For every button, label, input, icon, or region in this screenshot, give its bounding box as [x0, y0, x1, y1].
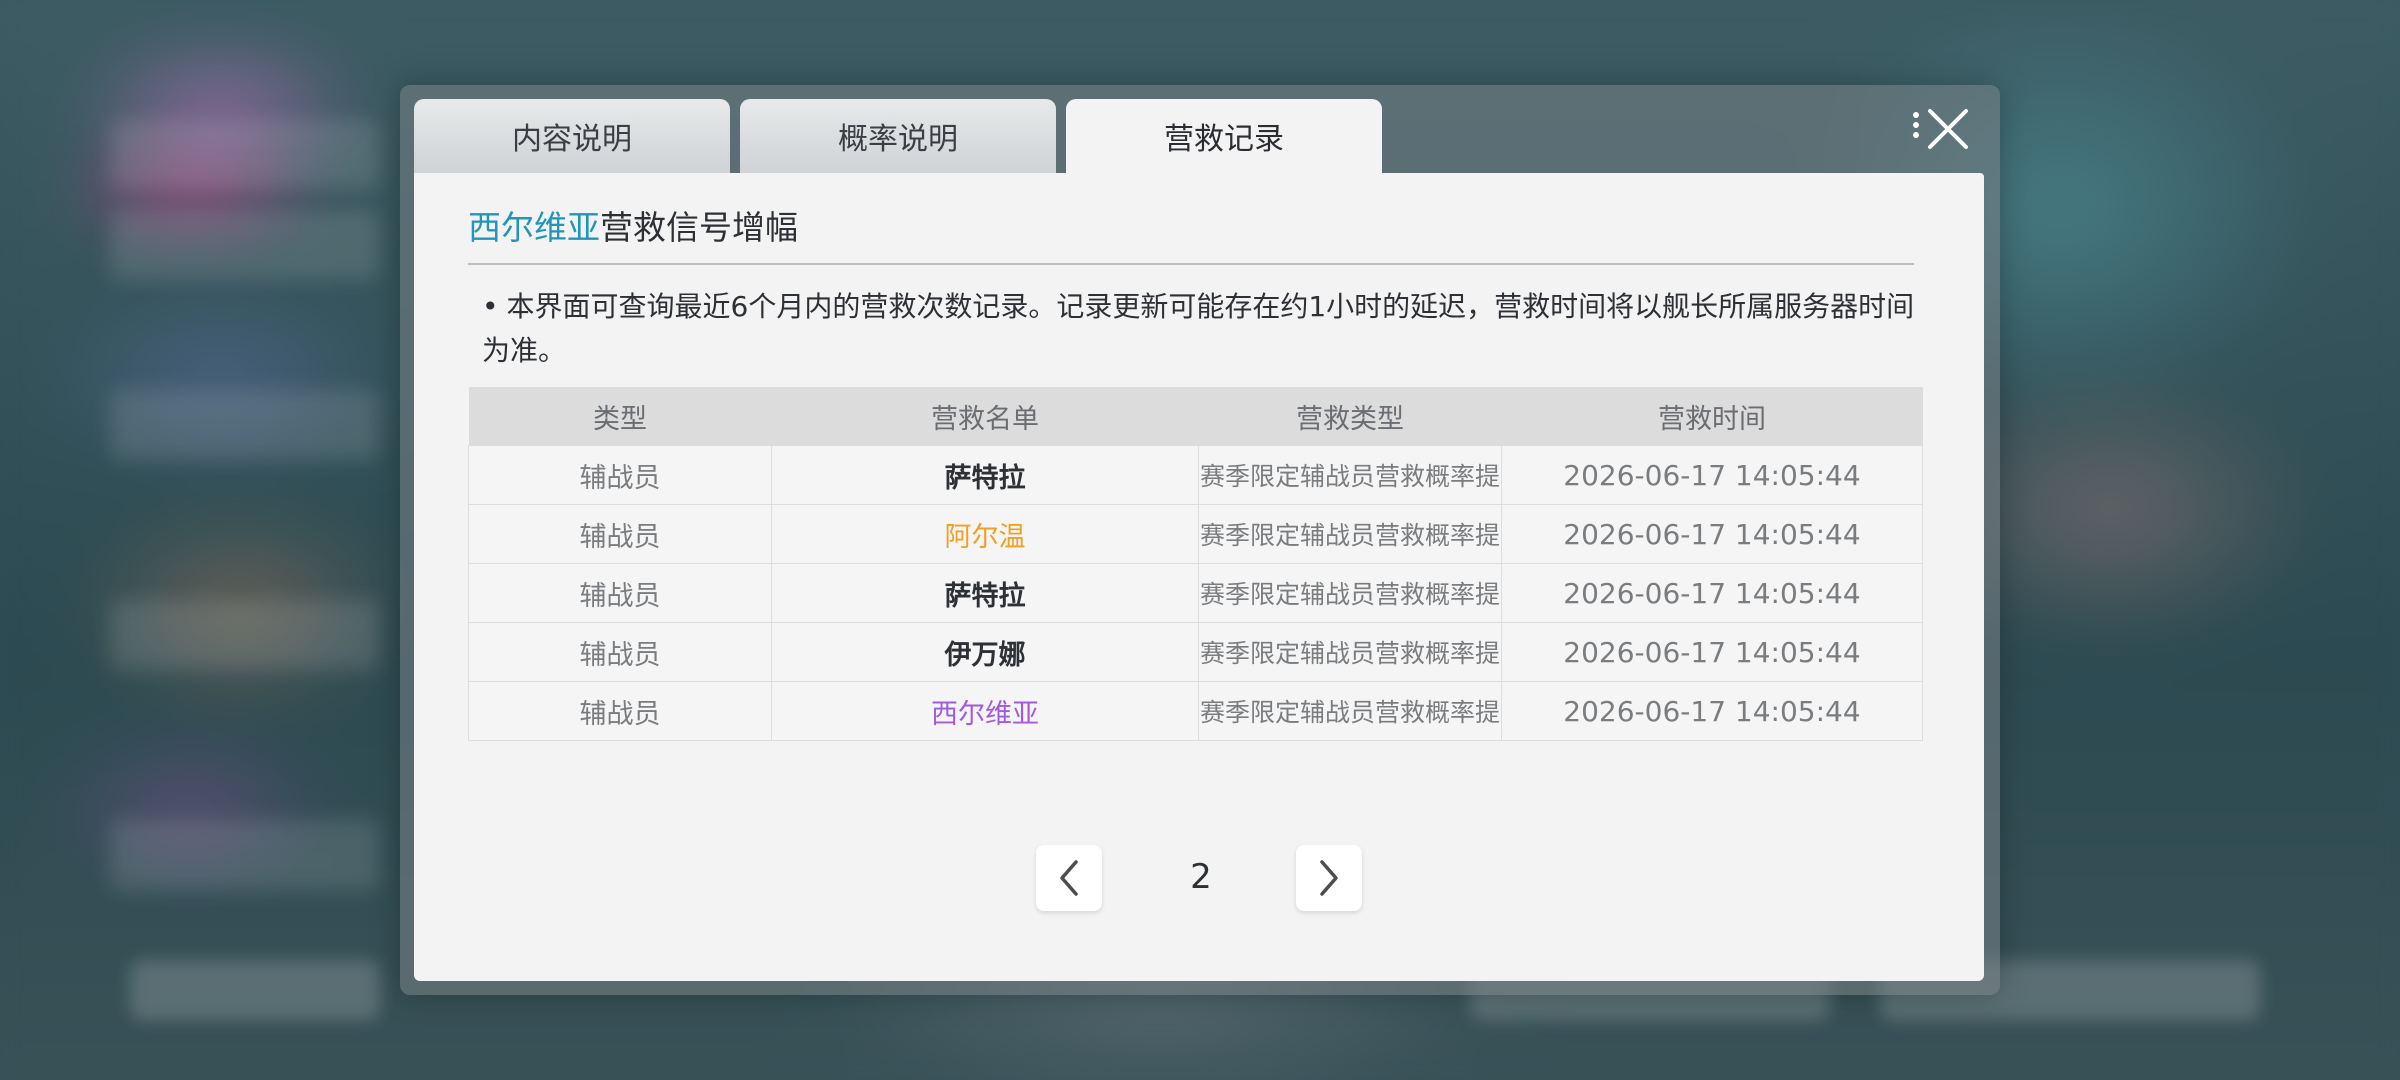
column-header-time: 营救时间 — [1501, 387, 1923, 446]
rescue-info-dialog: 内容说明 概率说明 营救记录 西尔维亚营救信号增幅 • 本界面可查询最近6个月内的… — [400, 85, 2000, 995]
title-rest: 营救信号增幅 — [600, 208, 798, 247]
close-button[interactable] — [1908, 103, 1978, 163]
background-button — [130, 960, 380, 1020]
cell-time: 2026-06-17 14:05:44 — [1501, 504, 1923, 564]
cell-rescue-type: 赛季限定辅战员营救概率提升 — [1198, 445, 1502, 505]
cell-time: 2026-06-17 14:05:44 — [1501, 681, 1923, 741]
table-row: 辅战员 阿尔温 赛季限定辅战员营救概率提升 2026-06-17 14:05:4… — [468, 504, 1923, 564]
cell-rescue-type: 赛季限定辅战员营救概率提升 — [1198, 681, 1502, 741]
close-icon — [1913, 109, 1968, 149]
title-highlight: 西尔维亚 — [468, 208, 600, 247]
cell-name: 萨特拉 — [771, 445, 1199, 505]
table-row: 辅战员 萨特拉 赛季限定辅战员营救概率提升 2026-06-17 14:05:4… — [468, 563, 1923, 623]
cell-type: 辅战员 — [468, 445, 772, 505]
tab-content-description[interactable]: 内容说明 — [414, 99, 730, 173]
chevron-right-icon — [1320, 860, 1338, 896]
tab-bar: 内容说明 概率说明 营救记录 — [414, 99, 1382, 173]
cell-type: 辅战员 — [468, 681, 772, 741]
cell-time: 2026-06-17 14:05:44 — [1501, 622, 1923, 682]
background-menu-item — [110, 390, 380, 460]
cell-name: 西尔维亚 — [771, 681, 1199, 741]
column-header-rescue-type: 营救类型 — [1198, 387, 1502, 446]
cell-rescue-type: 赛季限定辅战员营救概率提升 — [1198, 622, 1502, 682]
cell-type: 辅战员 — [468, 504, 772, 564]
notice-body: 本界面可查询最近6个月内的营救次数记录。记录更新可能存在约1小时的延迟，营救时间… — [482, 290, 1915, 367]
rescue-records-table: 类型 营救名单 营救类型 营救时间 辅战员 萨特拉 赛季限定辅战员营救概率提升 … — [468, 387, 1923, 741]
background-menu-item — [110, 120, 380, 190]
background-menu-item — [110, 600, 380, 670]
chevron-left-icon — [1060, 860, 1078, 896]
column-header-name: 营救名单 — [771, 387, 1199, 446]
current-page-number: 2 — [1190, 857, 1212, 897]
background-menu-item — [110, 820, 380, 890]
cell-time: 2026-06-17 14:05:44 — [1501, 563, 1923, 623]
cell-rescue-type: 赛季限定辅战员营救概率提升 — [1198, 504, 1502, 564]
table-header-row: 类型 营救名单 营救类型 营救时间 — [468, 387, 1923, 446]
cell-type: 辅战员 — [468, 622, 772, 682]
notice-text: • 本界面可查询最近6个月内的营救次数记录。记录更新可能存在约1小时的延迟，营救时… — [482, 285, 1922, 373]
pagination: 2 — [1036, 845, 1366, 915]
previous-page-button[interactable] — [1036, 845, 1102, 911]
page-title: 西尔维亚营救信号增幅 — [468, 201, 798, 249]
rescue-records-panel: 西尔维亚营救信号增幅 • 本界面可查询最近6个月内的营救次数记录。记录更新可能存在… — [414, 173, 1984, 981]
cell-name: 阿尔温 — [771, 504, 1199, 564]
cell-time: 2026-06-17 14:05:44 — [1501, 445, 1923, 505]
table-row: 辅战员 伊万娜 赛季限定辅战员营救概率提升 2026-06-17 14:05:4… — [468, 622, 1923, 682]
cell-name: 萨特拉 — [771, 563, 1199, 623]
table-row: 辅战员 萨特拉 赛季限定辅战员营救概率提升 2026-06-17 14:05:4… — [468, 445, 1923, 505]
table-row: 辅战员 西尔维亚 赛季限定辅战员营救概率提升 2026-06-17 14:05:… — [468, 681, 1923, 741]
cell-type: 辅战员 — [468, 563, 772, 623]
next-page-button[interactable] — [1296, 845, 1362, 911]
column-header-type: 类型 — [468, 387, 772, 446]
cell-rescue-type: 赛季限定辅战员营救概率提升 — [1198, 563, 1502, 623]
bullet-icon: • — [482, 290, 499, 323]
background-menu-item — [110, 210, 380, 280]
cell-name: 伊万娜 — [771, 622, 1199, 682]
divider — [468, 263, 1914, 265]
tab-probability-description[interactable]: 概率说明 — [740, 99, 1056, 173]
tab-rescue-records[interactable]: 营救记录 — [1066, 99, 1382, 173]
